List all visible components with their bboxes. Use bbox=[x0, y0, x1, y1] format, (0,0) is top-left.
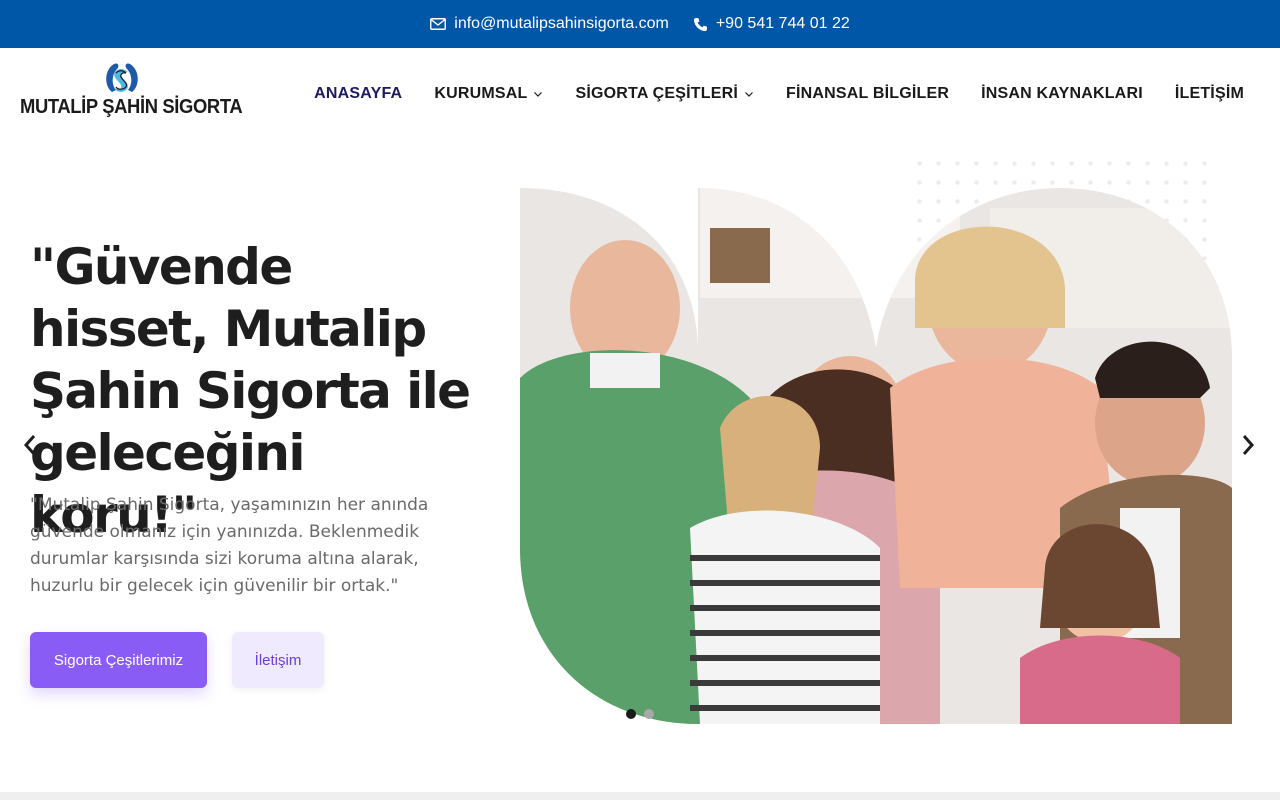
slider-dot-1[interactable] bbox=[626, 709, 636, 719]
slider-next-arrow-icon[interactable] bbox=[1238, 430, 1258, 460]
slider-dot-2[interactable] bbox=[644, 709, 654, 719]
slider-pagination bbox=[626, 709, 654, 719]
email-text: info@mutalipsahinsigorta.com bbox=[454, 15, 669, 32]
hero-subtitle: "Mutalip Şahin Sigorta, yaşamınızın her … bbox=[30, 495, 429, 596]
nav-item-kurumsal[interactable]: KURUMSAL bbox=[434, 85, 543, 103]
contact-button[interactable]: İletişim bbox=[232, 632, 324, 688]
hero-slider: "Güvende hisset, Mutalip Şahin Sigorta i… bbox=[0, 140, 1280, 792]
hero-family-image bbox=[520, 188, 1232, 724]
chevron-down-icon bbox=[534, 92, 543, 97]
nav-item-insan-kaynaklari[interactable]: İNSAN KAYNAKLARI bbox=[981, 85, 1143, 103]
slider-prev-arrow-icon[interactable] bbox=[20, 430, 40, 460]
nav-item-label: İLETİŞİM bbox=[1174, 85, 1244, 102]
section-divider bbox=[0, 792, 1280, 800]
nav-item-finansal-bilgiler[interactable]: FİNANSAL BİLGİLER bbox=[786, 85, 949, 103]
phone-link[interactable]: +90 541 744 01 22 bbox=[693, 15, 850, 33]
nav-item-sigorta-cesitleri[interactable]: SİGORTA ÇEŞİTLERİ bbox=[575, 85, 754, 103]
envelope-icon bbox=[430, 18, 447, 30]
site-logo[interactable]: MUTALİP ŞAHİN SİGORTA bbox=[20, 58, 243, 130]
nav-item-label: FİNANSAL BİLGİLER bbox=[786, 85, 950, 102]
insurance-types-button[interactable]: Sigorta Çeşitlerimiz bbox=[30, 632, 207, 688]
nav-item-anasayfa[interactable]: ANASAYFA bbox=[314, 85, 402, 103]
site-header: MUTALİP ŞAHİN SİGORTA ANASAYFA KURUMSAL … bbox=[0, 48, 1280, 140]
main-navigation: ANASAYFA KURUMSAL SİGORTA ÇEŞİTLERİ FİNA… bbox=[314, 48, 1244, 140]
phone-icon bbox=[693, 17, 708, 32]
nav-item-label: ANASAYFA bbox=[314, 85, 403, 102]
nav-item-label: SİGORTA ÇEŞİTLERİ bbox=[575, 85, 738, 102]
top-contact-bar: info@mutalipsahinsigorta.com +90 541 744… bbox=[0, 0, 1280, 48]
nav-item-iletisim[interactable]: İLETİŞİM bbox=[1175, 85, 1244, 103]
logo-text: MUTALİP ŞAHİN SİGORTA bbox=[20, 96, 243, 118]
nav-item-label: KURUMSAL bbox=[434, 85, 528, 102]
logo-mark-icon bbox=[106, 63, 138, 92]
email-link[interactable]: info@mutalipsahinsigorta.com bbox=[430, 15, 669, 33]
chevron-down-icon bbox=[745, 92, 753, 97]
phone-text: +90 541 744 01 22 bbox=[715, 15, 850, 32]
nav-item-label: İNSAN KAYNAKLARI bbox=[981, 85, 1143, 102]
